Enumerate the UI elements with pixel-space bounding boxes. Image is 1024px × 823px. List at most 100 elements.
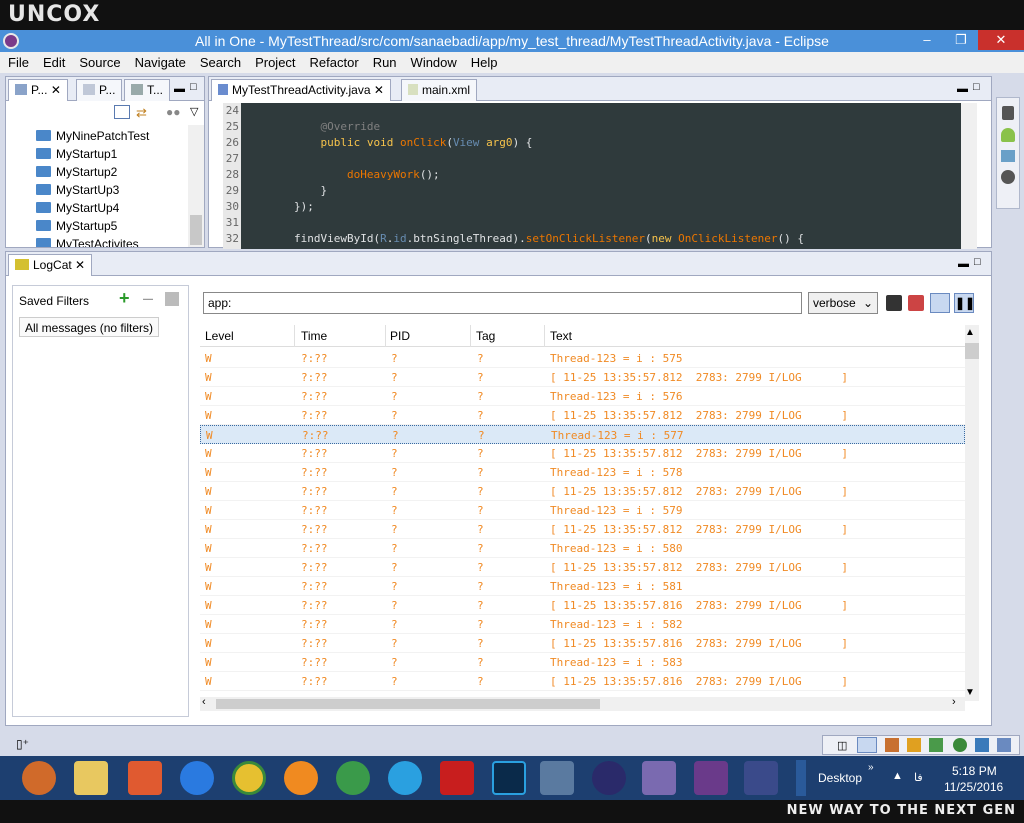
chrome-icon[interactable] xyxy=(232,761,266,795)
toggle-filters-icon[interactable] xyxy=(930,293,950,313)
close-icon[interactable]: ✕ xyxy=(75,258,85,272)
log-row[interactable]: W?:???? Thread-123 = i : 579 xyxy=(200,501,965,520)
search-perspective-icon[interactable] xyxy=(997,738,1011,752)
tab-project-explorer[interactable]: P... xyxy=(76,79,123,101)
restore-button[interactable]: ❐ xyxy=(946,30,976,50)
menu-window[interactable]: Window xyxy=(403,52,463,70)
menu-source[interactable]: Source xyxy=(71,52,126,70)
log-row[interactable]: W?:???? Thread-123 = i : 576 xyxy=(200,387,965,406)
android-icon[interactable] xyxy=(1001,128,1015,142)
tree-item[interactable]: MyStartUp3 xyxy=(36,183,119,201)
tree-item[interactable]: MyStartup5 xyxy=(36,219,117,237)
menu-edit[interactable]: Edit xyxy=(35,52,71,70)
notification-arrow-icon[interactable]: ▲ xyxy=(892,770,903,782)
debug-perspective-icon[interactable] xyxy=(907,738,921,752)
download-manager-icon[interactable] xyxy=(336,761,370,795)
col-tag[interactable]: Tag xyxy=(476,329,495,343)
edit-filter-icon[interactable] xyxy=(165,292,179,306)
scroll-up-icon[interactable]: ▲ xyxy=(965,327,975,338)
col-pid[interactable]: PID xyxy=(390,329,410,343)
media-player-icon[interactable] xyxy=(128,761,162,795)
visual-studio-icon[interactable] xyxy=(642,761,676,795)
scroll-down-icon[interactable]: ▼ xyxy=(965,687,975,698)
scroll-left-icon[interactable]: ‹ xyxy=(202,696,206,708)
internet-explorer-icon[interactable] xyxy=(180,761,214,795)
tab-main-xml[interactable]: main.xml xyxy=(401,79,478,101)
scrollbar-thumb[interactable] xyxy=(216,699,600,709)
menu-project[interactable]: Project xyxy=(247,52,301,70)
log-vertical-scrollbar[interactable]: ▲ ▼ xyxy=(965,325,979,701)
logcat-search-input[interactable]: app: xyxy=(203,292,802,314)
close-icon[interactable]: ✕ xyxy=(51,83,61,97)
virtualbox-icon[interactable] xyxy=(540,761,574,795)
clear-log-icon[interactable] xyxy=(908,295,924,311)
app-icon[interactable] xyxy=(744,761,778,795)
editor-scrollbar[interactable] xyxy=(961,103,977,249)
scrollbar-thumb[interactable] xyxy=(190,215,202,245)
hierarchy-viewer-icon[interactable] xyxy=(1001,150,1015,162)
pause-icon[interactable]: ❚❚ xyxy=(954,293,975,313)
menu-file[interactable]: File xyxy=(0,52,35,70)
filter-item-all[interactable]: All messages (no filters) xyxy=(19,317,160,337)
log-row[interactable]: W?:???? Thread-123 = i : 581 xyxy=(200,577,965,596)
log-row[interactable]: W?:???? [ 11-25 13:35:57.816 2783: 2799 I… xyxy=(200,672,965,691)
acrobat-icon[interactable] xyxy=(440,761,474,795)
language-indicator[interactable]: فا xyxy=(914,771,923,784)
tree-item[interactable]: MyStartUp4 xyxy=(36,201,119,219)
minimize-button[interactable]: – xyxy=(912,30,942,50)
menu-navigate[interactable]: Navigate xyxy=(127,52,192,70)
log-row[interactable]: W?:???? Thread-123 = i : 582 xyxy=(200,615,965,634)
log-row[interactable]: W?:???? [ 11-25 13:35:57.812 2783: 2799 I… xyxy=(200,558,965,577)
scroll-right-icon[interactable]: › xyxy=(952,696,956,708)
close-button[interactable]: ✕ xyxy=(978,30,1024,50)
tab-package-explorer[interactable]: P... ✕ xyxy=(8,79,68,101)
clock-date[interactable]: 11/25/2016 xyxy=(944,780,1003,794)
log-row[interactable]: W?:???? [ 11-25 13:35:57.816 2783: 2799 I… xyxy=(200,634,965,653)
close-icon[interactable]: ✕ xyxy=(374,83,384,97)
eclipse-javaee-icon[interactable] xyxy=(694,761,728,795)
scrollbar-thumb[interactable] xyxy=(965,343,979,359)
menu-run[interactable]: Run xyxy=(365,52,403,70)
maximize-view-icon[interactable]: □ xyxy=(974,256,981,268)
tree-item[interactable]: MyStartup1 xyxy=(36,147,117,165)
fast-view-icon[interactable]: ▯⁺ xyxy=(16,737,29,751)
log-row[interactable]: W?:???? [ 11-25 13:35:57.816 2783: 2799 I… xyxy=(200,596,965,615)
log-horizontal-scrollbar[interactable]: ‹ › xyxy=(200,696,965,711)
file-explorer-icon[interactable] xyxy=(74,761,108,795)
ddms-perspective-icon[interactable] xyxy=(857,737,877,753)
minimize-view-icon[interactable]: ▬ xyxy=(174,83,185,95)
tree-item[interactable]: MyStartup2 xyxy=(36,165,117,183)
toolbar-expand-icon[interactable]: » xyxy=(868,762,874,773)
tab-logcat[interactable]: LogCat ✕ xyxy=(8,254,93,276)
photoshop-icon[interactable] xyxy=(492,761,526,795)
telegram-icon[interactable] xyxy=(388,761,422,795)
add-filter-icon[interactable]: + xyxy=(119,288,130,309)
ddms-icon[interactable] xyxy=(1001,170,1015,184)
log-row[interactable]: W?:???? Thread-123 = i : 575 xyxy=(200,349,965,368)
log-row[interactable]: W?:???? Thread-123 = i : 578 xyxy=(200,463,965,482)
log-row[interactable]: W?:???? Thread-123 = i : 577 xyxy=(200,425,965,444)
menu-help[interactable]: Help xyxy=(463,52,504,70)
minimize-view-icon[interactable]: ▬ xyxy=(957,83,968,95)
save-log-icon[interactable] xyxy=(886,295,902,311)
link-editor-icon[interactable]: ⇄ xyxy=(136,105,147,121)
log-row[interactable]: W?:???? Thread-123 = i : 580 xyxy=(200,539,965,558)
log-row[interactable]: W?:???? [ 11-25 13:35:57.812 2783: 2799 I… xyxy=(200,368,965,387)
log-level-select[interactable]: verbose ⌄ xyxy=(808,292,878,314)
col-text[interactable]: Text xyxy=(550,329,572,343)
android-perspective-icon[interactable] xyxy=(953,738,967,752)
tree-item[interactable]: MyTestActivites xyxy=(36,237,139,247)
col-level[interactable]: Level xyxy=(205,329,234,343)
code-editor[interactable]: @Override public void onClick(View arg0)… xyxy=(241,103,961,249)
view-dropdown-icon[interactable]: ▽ xyxy=(190,105,198,118)
paint-icon[interactable] xyxy=(22,761,56,795)
col-time[interactable]: Time xyxy=(301,329,327,343)
log-row[interactable]: W?:???? [ 11-25 13:35:57.812 2783: 2799 I… xyxy=(200,406,965,425)
log-row[interactable]: W?:???? Thread-123 = i : 583 xyxy=(200,653,965,672)
menu-refactor[interactable]: Refactor xyxy=(302,52,365,70)
tree-item[interactable]: MyNinePatchTest xyxy=(36,129,149,147)
clock-time[interactable]: 5:18 PM xyxy=(952,764,997,778)
desktop-toolbar[interactable]: Desktop xyxy=(818,771,862,785)
minimize-view-icon[interactable]: ▬ xyxy=(958,258,969,270)
java-perspective-icon[interactable] xyxy=(885,738,899,752)
